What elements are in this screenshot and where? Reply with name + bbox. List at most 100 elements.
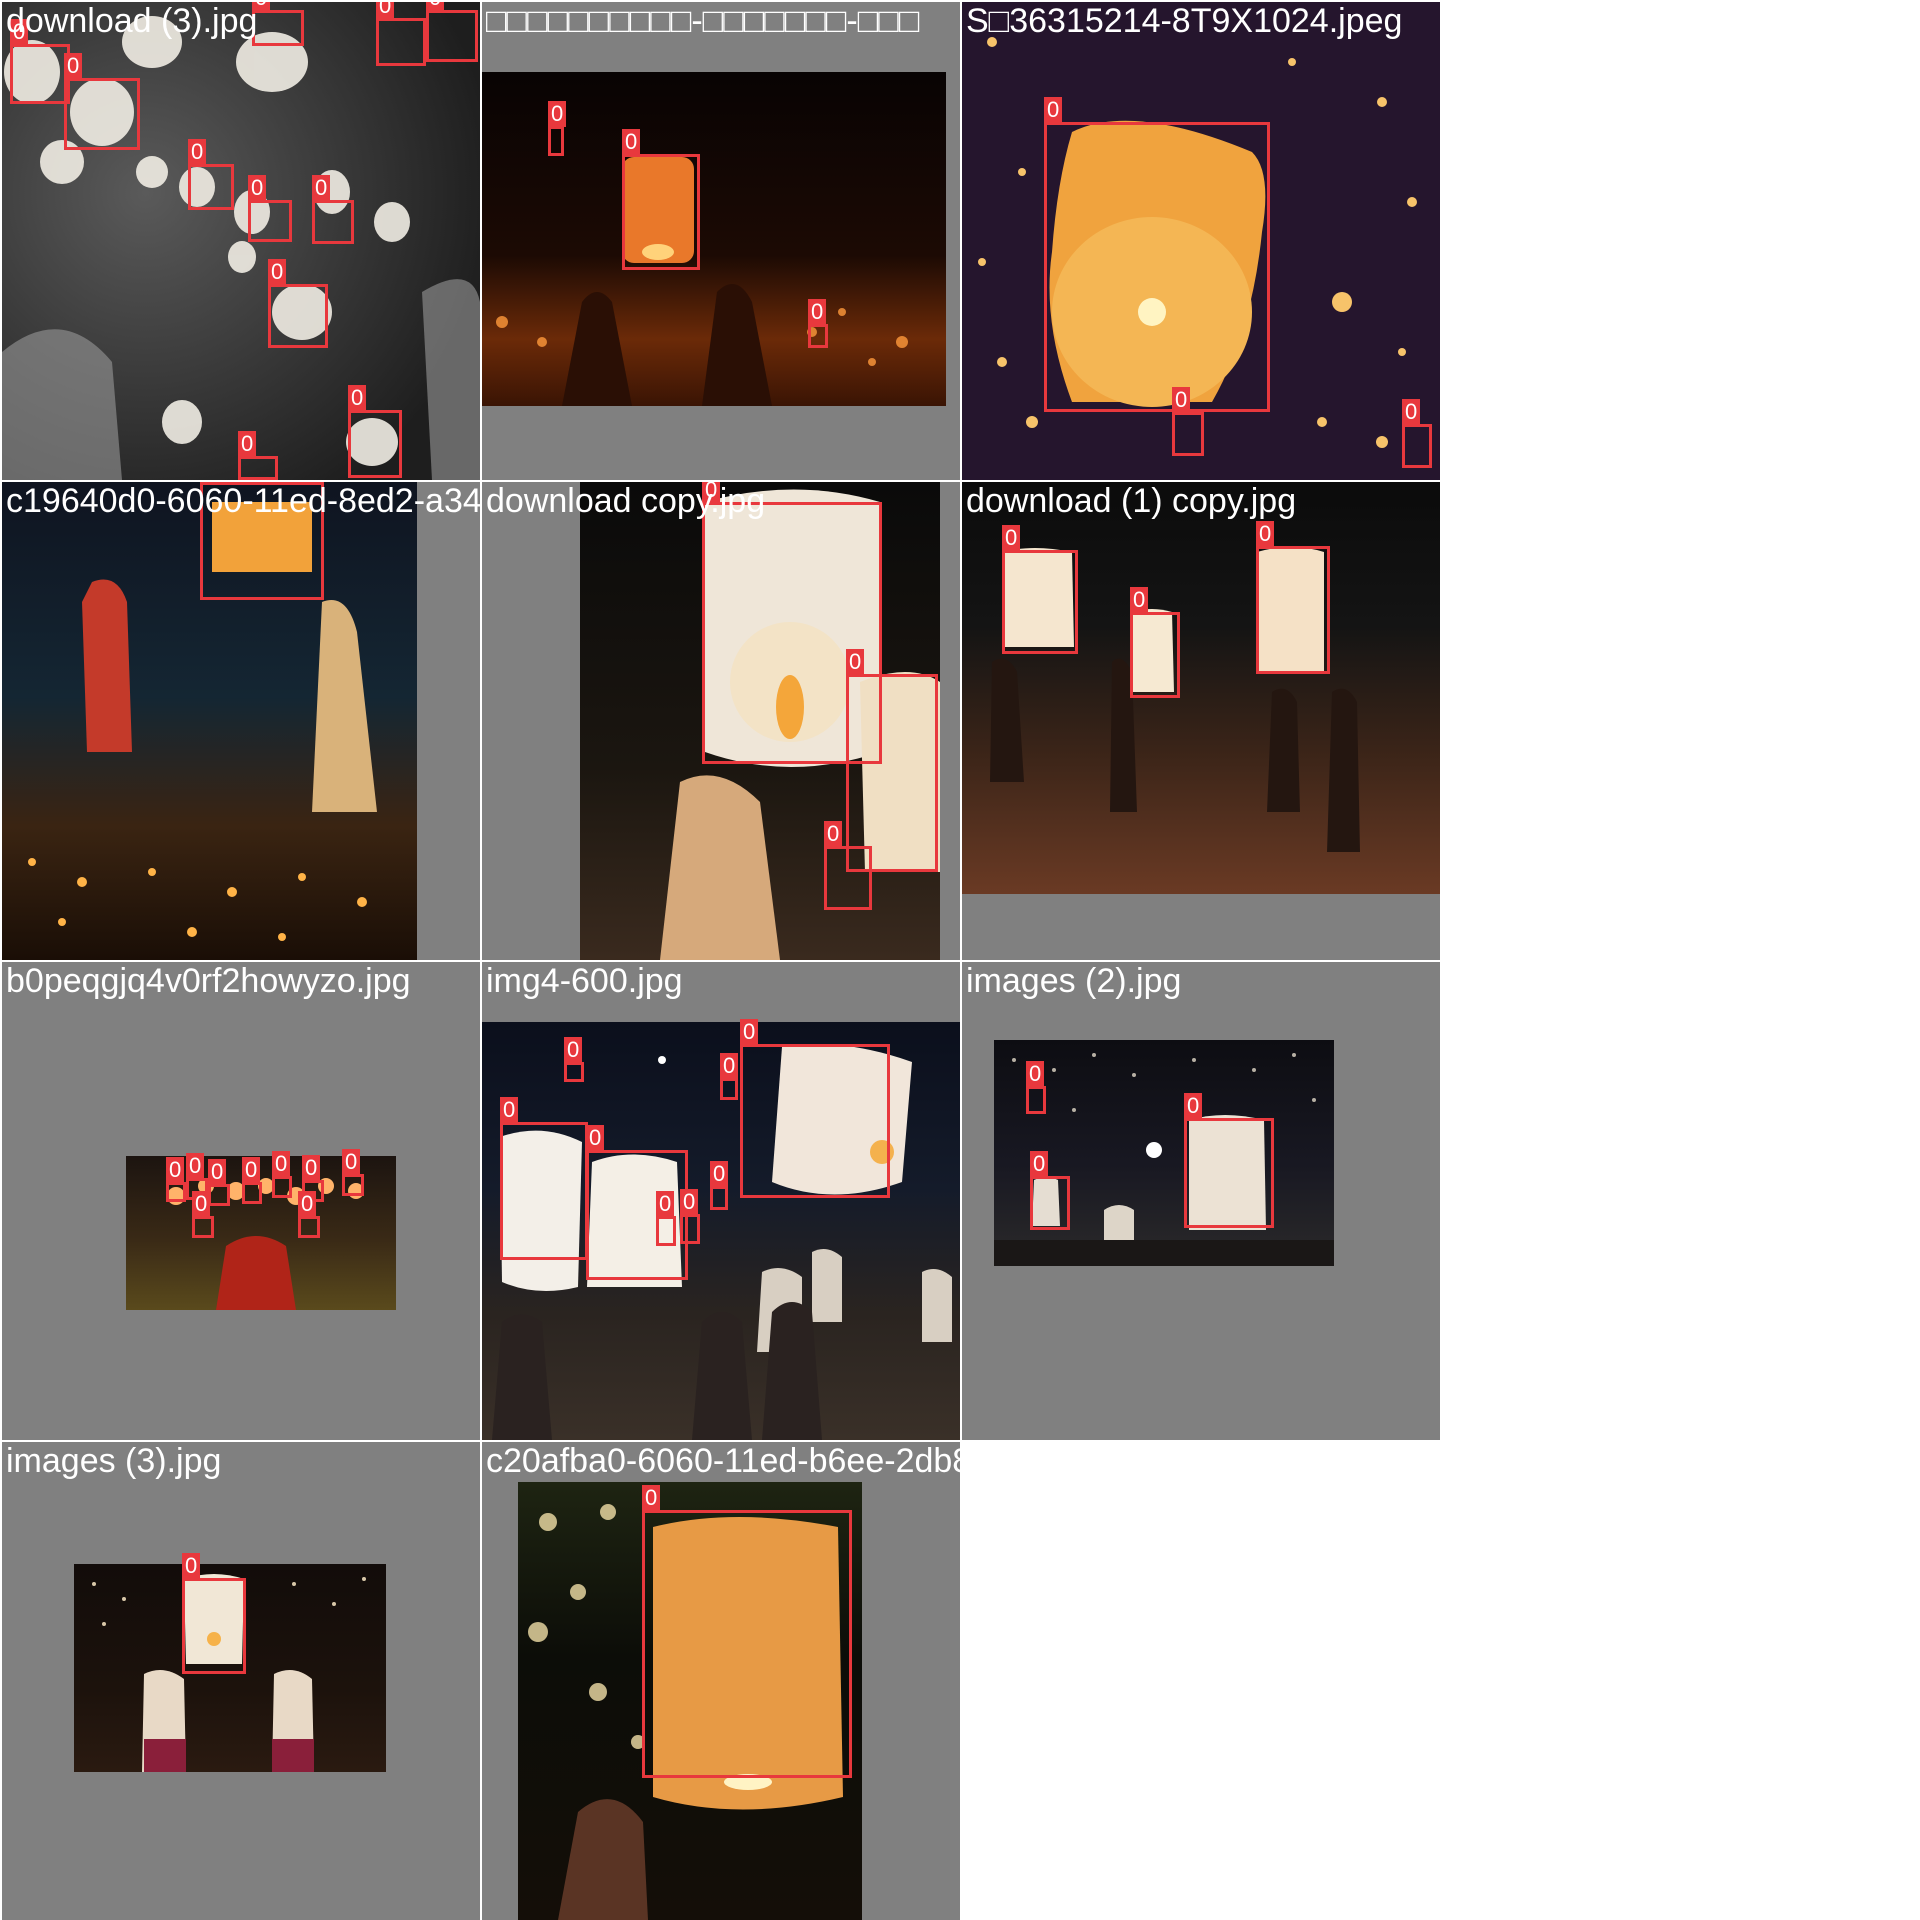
detection-box: 0 (1172, 387, 1204, 456)
detection-box: 0 (426, 2, 478, 62)
detection-box: 0 (808, 299, 828, 348)
class-tag: 0 (500, 1097, 519, 1123)
detection-box: 0 (622, 129, 700, 270)
detection-box: 0 (824, 821, 872, 910)
detection-box: 0 (376, 2, 426, 66)
class-tag: 0 (656, 1191, 675, 1217)
detection-box: 0 (312, 175, 354, 244)
detection-box: 0 (1030, 1151, 1070, 1230)
detection-box: 0 (642, 1485, 852, 1778)
mosaic-tile-6: 0 0 0 download (1) copy.jpg (962, 482, 1440, 960)
class-tag: 0 (272, 1151, 291, 1177)
mosaic-tile-7: 0 0 0 0 0 0 0 0 0 b0peqgjq4v0rf2howyzo.j… (2, 962, 480, 1440)
class-tag: 0 (208, 1159, 227, 1185)
lanterns-illustration (990, 547, 1360, 852)
class-tag: 0 (192, 1191, 211, 1217)
class-tag: 0 (342, 1149, 361, 1175)
detection-box: 0 (846, 649, 938, 872)
detection-box: 0 (710, 1161, 729, 1210)
tile-title: download copy.jpg (486, 482, 766, 520)
detection-box: 0 (342, 1149, 364, 1196)
detection-box: 0 (1130, 587, 1180, 698)
detection-box: 0 (564, 1037, 584, 1082)
tile-title: □□□□□□□□□□-□□□□□□□-□□□ (486, 2, 920, 40)
tile-title: download (3).jpg (6, 2, 258, 40)
tile-photo (962, 482, 1440, 894)
detection-box: 0 (10, 19, 70, 104)
class-tag: 0 (1184, 1093, 1203, 1119)
class-tag: 0 (1402, 399, 1421, 425)
class-tag: 0 (302, 1155, 321, 1181)
mosaic-tile-3: 0 0 0 S□36315214-8T9X1024.jpeg (962, 2, 1440, 480)
class-tag: 0 (312, 175, 331, 201)
detection-box: 0 (1002, 525, 1078, 654)
class-tag: 0 (182, 1553, 201, 1579)
class-tag: 0 (298, 1191, 317, 1217)
class-tag: 0 (376, 2, 395, 19)
mosaic-tile-1: 0 0 0 0 0 0 0 0 0 0 0 download (3).jpg (2, 2, 480, 480)
detection-box: 0 (252, 2, 304, 46)
class-tag: 0 (710, 1161, 729, 1187)
class-tag: 0 (622, 129, 641, 155)
class-tag: 0 (268, 259, 287, 285)
class-tag: 0 (1044, 97, 1063, 123)
class-tag: 0 (166, 1157, 185, 1183)
detection-box: 0 (182, 1553, 246, 1674)
class-tag: 0 (64, 53, 83, 79)
tile-title: c19640d0-6060-11ed-8ed2-a34b4ea3b5bd_ori (6, 482, 480, 520)
tile-title: S□36315214-8T9X1024.jpeg (966, 2, 1403, 40)
class-tag: 0 (586, 1125, 605, 1151)
detection-box: 0 (242, 1157, 262, 1204)
class-tag: 0 (188, 139, 207, 165)
detection-box: 0 (268, 259, 328, 348)
class-tag: 0 (740, 1019, 759, 1045)
detection-box: 0 (680, 1189, 700, 1244)
tile-title: images (3).jpg (6, 1442, 222, 1480)
class-tag: 0 (1256, 521, 1275, 547)
detection-box: 0 (720, 1053, 739, 1100)
mosaic-tile-8: 0 0 0 0 0 0 0 0 img4-600.jpg (482, 962, 960, 1440)
detection-box: 0 (192, 1191, 214, 1238)
detection-box: 0 (298, 1191, 320, 1238)
tile-title: images (2).jpg (966, 962, 1182, 1000)
detection-box: 0 (272, 1151, 292, 1198)
tile-title: c20afba0-6060-11ed-b6ee-2db83ef74999_ori (486, 1442, 960, 1480)
class-tag: 0 (846, 649, 865, 675)
mosaic-tile-10: 0 images (3).jpg (2, 1442, 480, 1920)
mosaic-tile-4: 0 c19640d0-6060-11ed-8ed2-a34b4ea3b5bd_o… (2, 482, 480, 960)
class-tag: 0 (1002, 525, 1021, 551)
detection-box: 0 (248, 175, 292, 242)
class-tag: 0 (348, 385, 367, 411)
class-tag: 0 (720, 1053, 739, 1079)
detection-box: 0 (740, 1019, 890, 1198)
mosaic-tile-5: 0 0 0 download copy.jpg (482, 482, 960, 960)
tile-title: download (1) copy.jpg (966, 482, 1297, 520)
class-tag: 0 (1026, 1061, 1045, 1087)
class-tag: 0 (238, 431, 257, 457)
mosaic-tile-2: 0 0 0 □□□□□□□□□□-□□□□□□□-□□□ (482, 2, 960, 480)
class-tag: 0 (548, 101, 567, 127)
detection-box: 0 (64, 53, 140, 150)
detection-box: 0 (208, 1159, 230, 1206)
class-tag: 0 (426, 2, 445, 11)
detection-box: 0 (238, 431, 278, 480)
tile-title: img4-600.jpg (486, 962, 683, 1000)
class-tag: 0 (808, 299, 827, 325)
detection-box: 0 (166, 1157, 186, 1202)
class-tag: 0 (248, 175, 267, 201)
class-tag: 0 (1130, 587, 1149, 613)
class-tag: 0 (1172, 387, 1191, 413)
detection-box: 0 (1044, 97, 1270, 412)
detection-box: 0 (548, 101, 567, 156)
class-tag: 0 (1030, 1151, 1049, 1177)
mosaic-tile-11: 0 c20afba0-6060-11ed-b6ee-2db83ef74999_o… (482, 1442, 960, 1920)
detection-box: 0 (1026, 1061, 1046, 1114)
detection-box: 0 (656, 1191, 676, 1246)
detection-box: 0 (1402, 399, 1432, 468)
detection-box: 0 (1184, 1093, 1274, 1228)
detection-box: 0 (500, 1097, 588, 1260)
detection-box: 0 (348, 385, 402, 478)
mosaic-tile-9: 0 0 0 images (2).jpg (962, 962, 1440, 1440)
class-tag: 0 (242, 1157, 261, 1183)
detection-box: 0 (188, 139, 234, 210)
